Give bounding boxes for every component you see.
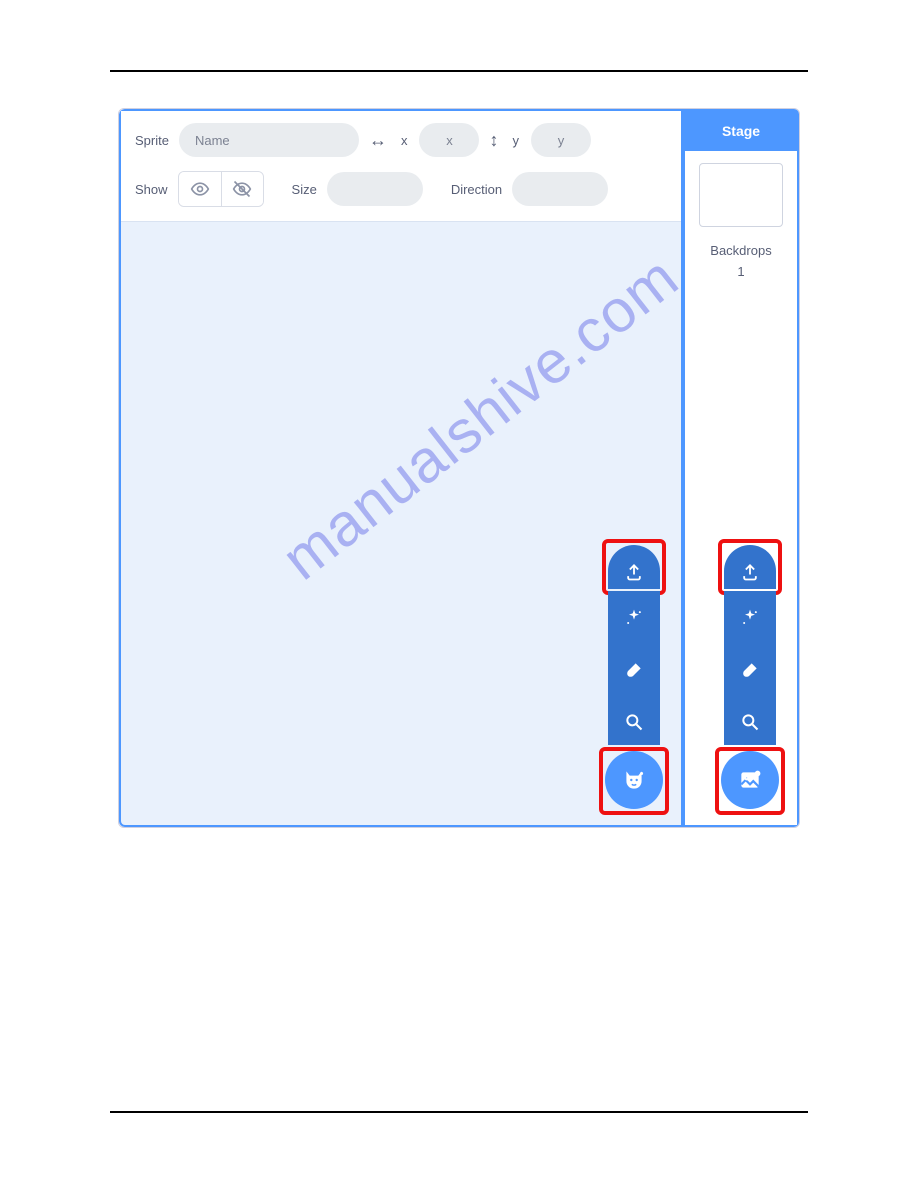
page-bottom-rule bbox=[110, 1111, 808, 1113]
search-icon bbox=[624, 712, 644, 732]
eye-icon bbox=[190, 179, 210, 199]
cat-icon bbox=[621, 767, 647, 793]
backdrops-count: 1 bbox=[737, 264, 744, 279]
y-axis-icon: ↕ bbox=[489, 130, 498, 151]
eye-off-icon bbox=[232, 179, 252, 199]
backdrop-menu-top bbox=[724, 545, 776, 589]
show-button[interactable] bbox=[179, 172, 221, 206]
sprite-label: Sprite bbox=[135, 133, 169, 148]
highlight-backdrop-choose bbox=[715, 747, 785, 815]
backdrop-paint-button[interactable] bbox=[724, 653, 776, 687]
paintbrush-icon bbox=[740, 660, 760, 680]
page-top-rule bbox=[110, 70, 808, 72]
sprite-paint-button[interactable] bbox=[608, 653, 660, 687]
stage-thumbnail[interactable] bbox=[699, 163, 783, 227]
upload-icon bbox=[624, 562, 644, 582]
backdrop-upload-button[interactable] bbox=[724, 555, 776, 589]
sprite-choose-button[interactable] bbox=[605, 751, 663, 809]
sprite-direction-input[interactable] bbox=[512, 172, 608, 206]
highlight-sprite-upload bbox=[602, 539, 666, 595]
image-icon bbox=[737, 767, 763, 793]
sprite-list-area bbox=[121, 222, 681, 825]
hide-button[interactable] bbox=[221, 172, 263, 206]
sprite-y-placeholder: y bbox=[558, 133, 565, 148]
sprite-size-input[interactable] bbox=[327, 172, 423, 206]
sprite-name-input[interactable]: Name bbox=[179, 123, 359, 157]
sprite-menu-mid bbox=[608, 591, 660, 745]
highlight-backdrop-upload bbox=[718, 539, 782, 595]
sprite-add-menu bbox=[599, 539, 669, 815]
sprite-row-1: Sprite Name ↔ x x ↕ y y bbox=[135, 123, 667, 157]
sprite-upload-button[interactable] bbox=[608, 555, 660, 589]
size-label: Size bbox=[292, 182, 317, 197]
backdrop-choose-button[interactable] bbox=[721, 751, 779, 809]
backdrop-surprise-button[interactable] bbox=[724, 601, 776, 635]
sprite-x-placeholder: x bbox=[446, 133, 453, 148]
sprite-menu-top bbox=[608, 545, 660, 589]
highlight-sprite-choose bbox=[599, 747, 669, 815]
x-axis-icon: ↔ bbox=[369, 130, 387, 151]
scratch-sprite-stage-area: Sprite Name ↔ x x ↕ y y Show bbox=[118, 108, 800, 828]
backdrop-search-button[interactable] bbox=[724, 705, 776, 739]
stage-panel: Stage Backdrops 1 bbox=[683, 109, 799, 827]
visibility-toggle bbox=[178, 171, 264, 207]
sprite-row-2: Show Size Direction bbox=[135, 171, 667, 207]
sprite-surprise-button[interactable] bbox=[608, 601, 660, 635]
search-icon bbox=[740, 712, 760, 732]
sprite-panel: Sprite Name ↔ x x ↕ y y Show bbox=[119, 109, 683, 827]
direction-label: Direction bbox=[451, 182, 502, 197]
sprite-y-input[interactable]: y bbox=[531, 123, 591, 157]
sparkle-icon bbox=[740, 608, 760, 628]
stage-title: Stage bbox=[685, 111, 797, 151]
sprite-search-button[interactable] bbox=[608, 705, 660, 739]
sprite-x-input[interactable]: x bbox=[419, 123, 479, 157]
upload-icon bbox=[740, 562, 760, 582]
backdrops-label: Backdrops bbox=[710, 243, 771, 258]
sparkle-icon bbox=[624, 608, 644, 628]
y-label: y bbox=[512, 133, 519, 148]
paintbrush-icon bbox=[624, 660, 644, 680]
sprite-name-placeholder: Name bbox=[195, 133, 230, 148]
sprite-info-header: Sprite Name ↔ x x ↕ y y Show bbox=[121, 111, 681, 222]
x-label: x bbox=[401, 133, 408, 148]
backdrop-menu-mid bbox=[724, 591, 776, 745]
show-label: Show bbox=[135, 182, 168, 197]
backdrop-add-menu bbox=[715, 539, 785, 815]
